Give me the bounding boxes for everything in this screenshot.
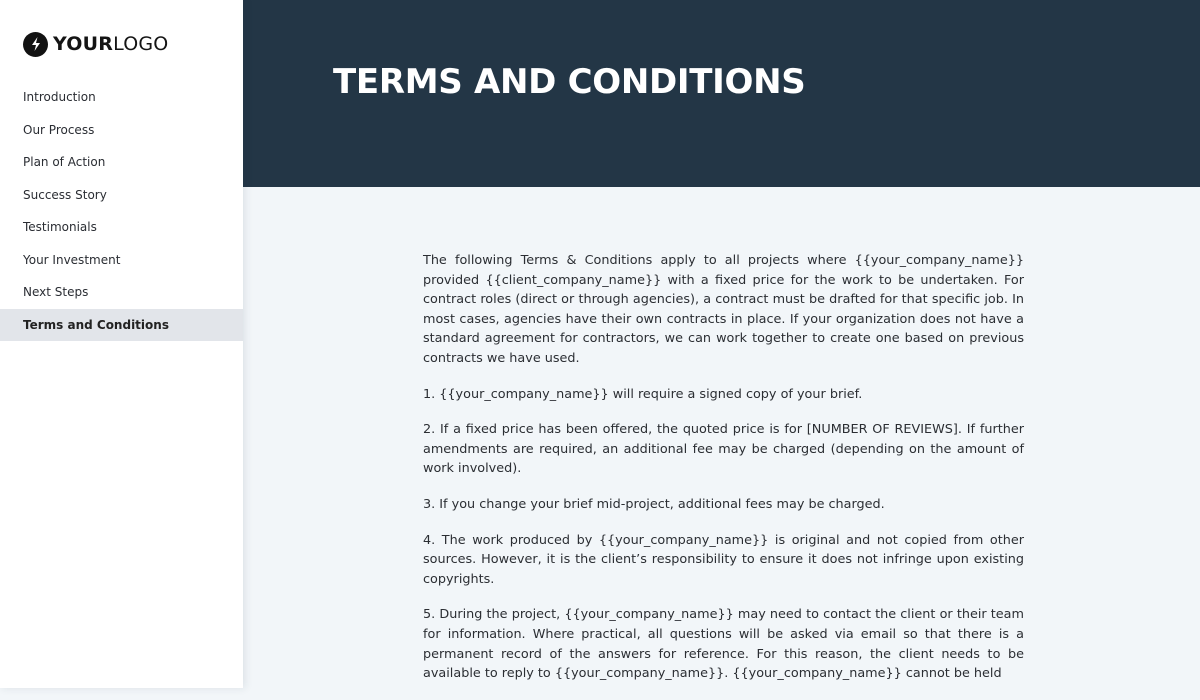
- term-item: 1. {{your_company_name}} will require a …: [423, 386, 863, 402]
- logo-text: YOURLOGO: [53, 33, 169, 55]
- sidebar-item-next-steps[interactable]: Next Steps: [0, 276, 243, 309]
- sidebar-item-introduction[interactable]: Introduction: [0, 81, 243, 114]
- term-item: 2. If a fixed price has been offered, th…: [423, 422, 1024, 477]
- page-header: TERMS AND CONDITIONS: [243, 0, 1200, 187]
- lightning-bolt-icon: [23, 31, 48, 57]
- sidebar-item-our-process[interactable]: Our Process: [0, 114, 243, 147]
- logo[interactable]: YOURLOGO: [23, 31, 168, 57]
- sidebar-item-success-story[interactable]: Success Story: [0, 179, 243, 212]
- term-item: 4. The work produced by {{your_company_n…: [423, 532, 1024, 587]
- page-title: TERMS AND CONDITIONS: [333, 62, 806, 102]
- sidebar-item-plan-of-action[interactable]: Plan of Action: [0, 146, 243, 179]
- sidebar-nav: Introduction Our Process Plan of Action …: [0, 81, 243, 341]
- sidebar-item-your-investment[interactable]: Your Investment: [0, 244, 243, 277]
- sidebar: YOURLOGO Introduction Our Process Plan o…: [0, 0, 243, 688]
- intro-paragraph: The following Terms & Conditions apply t…: [423, 253, 1024, 366]
- term-item: 3. If you change your brief mid-project,…: [423, 496, 885, 512]
- terms-body: The following Terms & Conditions apply t…: [423, 251, 1024, 700]
- main-content: The following Terms & Conditions apply t…: [243, 187, 1200, 688]
- term-item: 5. During the project, {{your_company_na…: [423, 607, 1024, 682]
- sidebar-item-testimonials[interactable]: Testimonials: [0, 211, 243, 244]
- sidebar-item-terms-and-conditions[interactable]: Terms and Conditions: [0, 308, 243, 341]
